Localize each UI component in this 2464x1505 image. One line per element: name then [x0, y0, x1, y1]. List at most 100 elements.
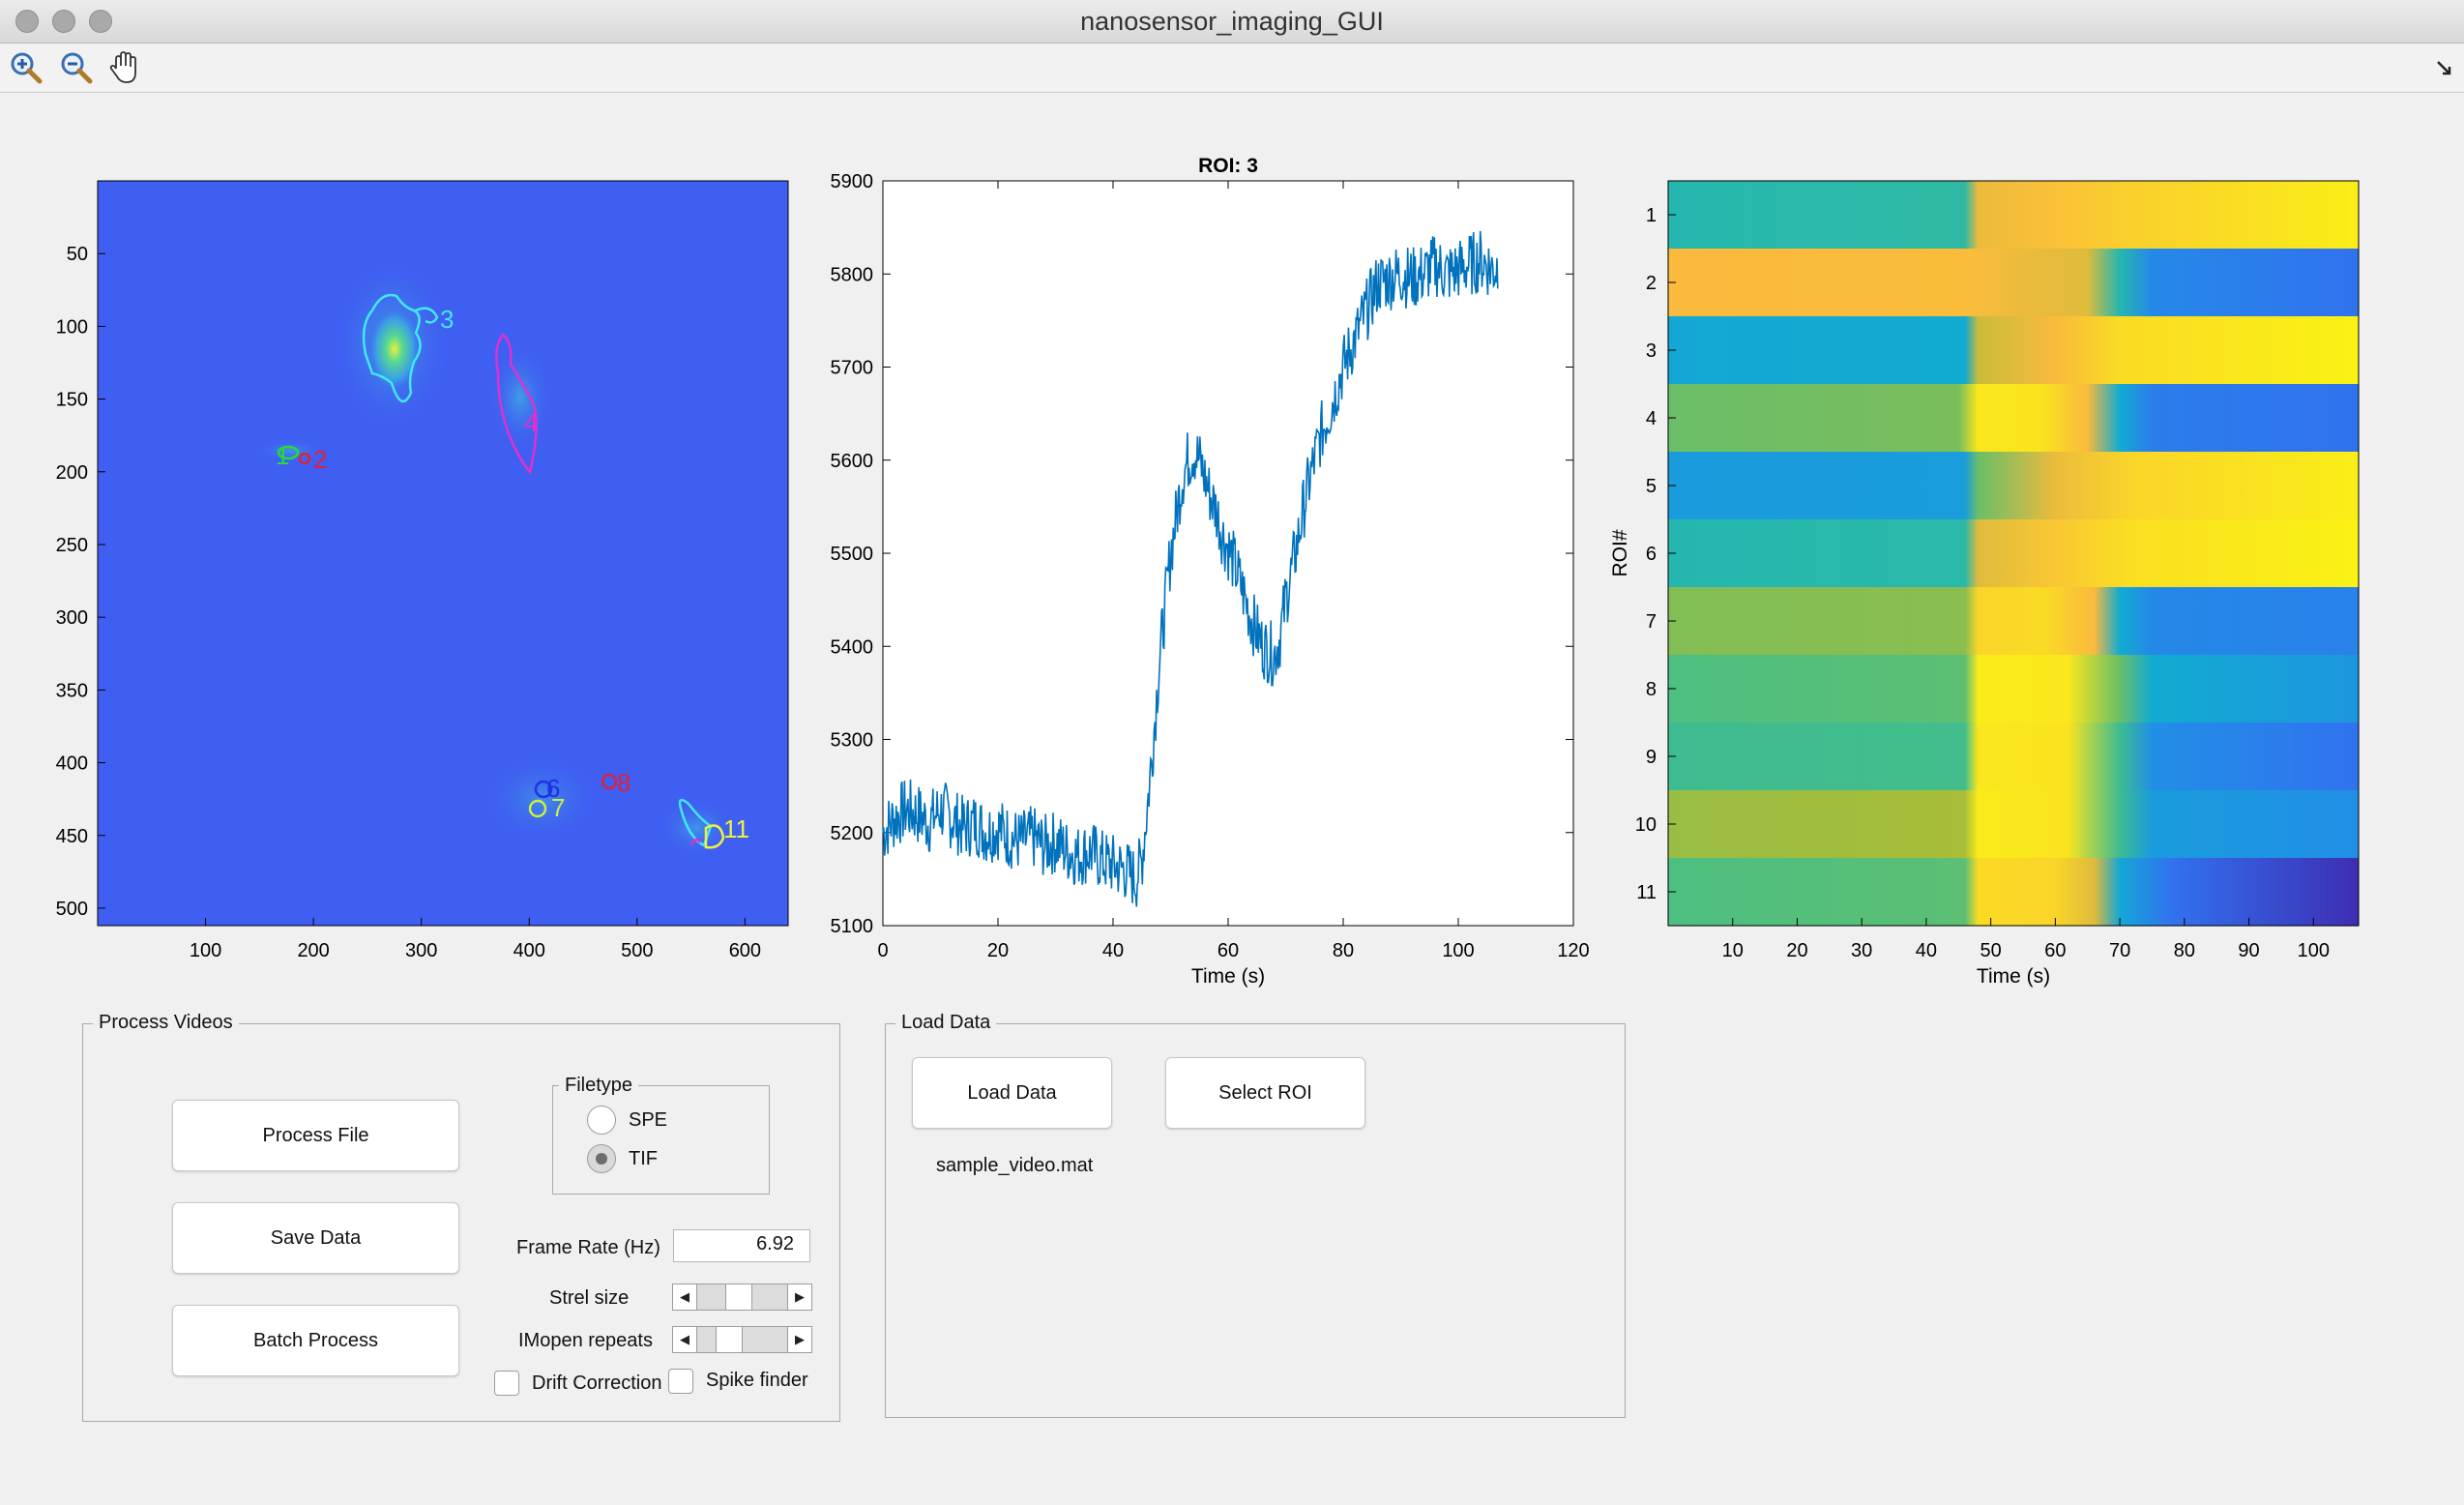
window-title: nanosensor_imaging_GUI [1080, 7, 1384, 36]
heatmap-row-11[interactable] [1668, 858, 2359, 927]
save-data-button[interactable]: Save Data [172, 1202, 459, 1274]
heatmap-y-tick-label: 7 [1646, 611, 1657, 633]
dock-figure-icon[interactable] [2435, 59, 2454, 78]
filetype-spe-radio[interactable] [587, 1106, 616, 1135]
line-x-tick-label: 0 [877, 940, 888, 961]
heatmap-x-tick-label: 40 [1916, 940, 1937, 961]
heatmap-x-tick-label: 20 [1786, 940, 1807, 961]
imopen-right-arrow-icon[interactable]: ▶ [787, 1327, 811, 1352]
roi-trace-chart: ROI: 3 Time (s) 0 20 40 60 80 100 120 5100 5200 5… [831, 155, 1590, 988]
heatmap-row-9[interactable] [1668, 723, 2359, 791]
load-data-panel: Load Data Load Data Select ROI sample_vi… [885, 1012, 1626, 1418]
heatmap-row-7[interactable] [1668, 587, 2359, 656]
heatmap-row-2[interactable] [1668, 249, 2359, 317]
image-y-tick-label: 100 [56, 316, 88, 338]
line-y-tick-label: 5700 [831, 358, 874, 379]
strel-right-arrow-icon[interactable]: ▶ [787, 1284, 811, 1310]
heatmap-row-10[interactable] [1668, 790, 2359, 859]
image-y-tick-label: 200 [56, 462, 88, 484]
title-bar: nanosensor_imaging_GUI [0, 0, 2464, 44]
roi-label-7[interactable]: 7 [551, 793, 565, 822]
line-x-tick-label: 60 [1217, 940, 1239, 961]
roi-label-1[interactable]: 1 [276, 441, 289, 470]
heatmap-row-8[interactable] [1668, 655, 2359, 723]
frame-rate-input[interactable]: 6.92 [673, 1229, 810, 1262]
heatmap-y-tick-label: 5 [1646, 476, 1657, 497]
line-y-tick-label: 5100 [831, 916, 874, 937]
heatmap-x-tick-label: 90 [2238, 940, 2259, 961]
heatmap-xlabel: Time (s) [1977, 965, 2050, 988]
filetype-tif-label: TIF [629, 1148, 658, 1169]
pan-hand-icon[interactable] [106, 49, 143, 86]
image-y-tick-label: 450 [56, 826, 88, 847]
line-y-tick-label: 5200 [831, 823, 874, 844]
imopen-slider-thumb[interactable] [716, 1327, 744, 1352]
image-x-tick-label: 100 [190, 940, 221, 961]
load-data-title: Load Data [895, 1012, 997, 1034]
imopen-left-arrow-icon[interactable]: ◀ [673, 1327, 697, 1352]
heatmap-row-5[interactable] [1668, 452, 2359, 520]
image-y-tick-label: 50 [67, 244, 88, 265]
image-y-tick-label: 250 [56, 535, 88, 556]
filetype-tif-radio[interactable] [587, 1144, 616, 1173]
line-x-tick-label: 20 [987, 940, 1009, 961]
strel-size-label: Strel size [549, 1287, 630, 1309]
heatmap-row-1[interactable] [1668, 181, 2359, 250]
line-x-tick-label: 100 [1442, 940, 1474, 961]
image-y-tick-label: 150 [56, 390, 88, 411]
select-roi-button[interactable]: Select ROI [1165, 1057, 1365, 1129]
image-x-tick-label: 400 [513, 940, 545, 961]
image-y-tick-label: 300 [56, 607, 88, 629]
image-axes: 1 23467811 100 200 300 400 500 600 50100150200… [56, 180, 789, 961]
heatmap-y-tick-label: 10 [1635, 814, 1657, 836]
process-file-button[interactable]: Process File [172, 1100, 459, 1171]
roi-label-3[interactable]: 3 [440, 305, 454, 334]
drift-correction-checkbox[interactable] [494, 1371, 519, 1396]
line-x-tick-label: 40 [1102, 940, 1124, 961]
process-videos-title: Process Videos [93, 1012, 239, 1034]
heatmap-x-tick-label: 80 [2174, 940, 2195, 961]
imopen-repeats-slider[interactable]: ◀ ▶ [672, 1326, 812, 1353]
line-chart-title: ROI: 3 [1198, 155, 1258, 177]
heatmap-rows [1668, 181, 2359, 927]
strel-left-arrow-icon[interactable]: ◀ [673, 1284, 697, 1310]
heatmap-row-4[interactable] [1668, 384, 2359, 453]
line-y-tick-label: 5600 [831, 451, 874, 472]
heatmap-y-tick-label: 9 [1646, 747, 1657, 768]
figure-toolbar [0, 44, 2464, 93]
heatmap-row-6[interactable] [1668, 519, 2359, 588]
image-y-tick-label: 400 [56, 753, 88, 775]
line-y-tick-label: 5800 [831, 264, 874, 285]
strel-slider-thumb[interactable] [725, 1284, 753, 1310]
line-y-tick-label: 5300 [831, 730, 874, 752]
load-data-button[interactable]: Load Data [912, 1057, 1112, 1129]
filetype-title: Filetype [559, 1075, 639, 1097]
process-videos-panel: Process Videos Process File Save Data Ba… [82, 1012, 840, 1422]
heatmap-x-tick-label: 100 [2298, 940, 2330, 961]
zoom-in-icon[interactable] [8, 49, 44, 86]
filetype-spe-label: SPE [629, 1109, 668, 1131]
heatmap-row-3[interactable] [1668, 316, 2359, 385]
image-y-tick-label: 350 [56, 680, 88, 701]
line-chart-xlabel: Time (s) [1191, 965, 1265, 988]
line-y-tick-label: 5900 [831, 171, 874, 192]
line-x-tick-label: 80 [1333, 940, 1354, 961]
imopen-repeats-label: IMopen repeats [518, 1330, 653, 1351]
image-x-tick-label: 500 [621, 940, 653, 961]
heatmap-y-tick-label: 4 [1646, 408, 1657, 429]
heatmap-y-tick-label: 8 [1646, 679, 1657, 700]
image-x-tick-label: 600 [729, 940, 761, 961]
zoom-out-icon[interactable] [58, 49, 95, 86]
line-y-tick-label: 5500 [831, 544, 874, 565]
roi-label-4[interactable]: 4 [524, 408, 538, 437]
app-window: nanosensor_imaging_GUI 1 2 3 4 6 7 8 11 … [0, 0, 2464, 1505]
spike-finder-checkbox[interactable] [668, 1369, 693, 1394]
heatmap-x-tick-label: 50 [1980, 940, 2002, 961]
loaded-filename: sample_video.mat [936, 1155, 1094, 1176]
roi-label-2[interactable]: 2 [313, 445, 327, 474]
heatmap-x-tick-label: 60 [2044, 940, 2066, 961]
strel-size-slider[interactable]: ◀ ▶ [672, 1284, 812, 1311]
roi-label-11[interactable]: 11 [723, 814, 749, 843]
roi-label-8[interactable]: 8 [617, 768, 631, 797]
batch-process-button[interactable]: Batch Process [172, 1305, 459, 1376]
